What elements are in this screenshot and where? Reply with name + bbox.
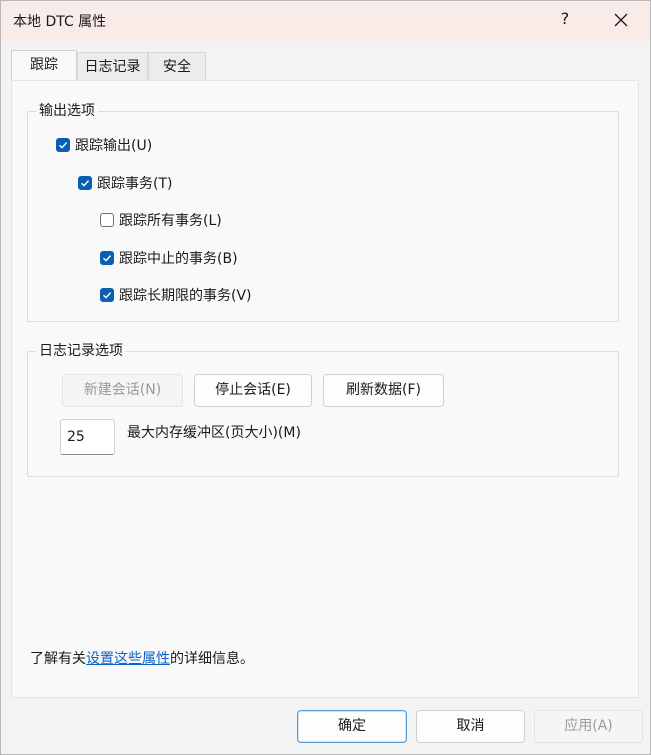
refresh-data-button[interactable]: 刷新数据(F) bbox=[323, 374, 444, 407]
trace-aborted-label: 跟踪中止的事务(B) bbox=[119, 251, 238, 267]
info-prefix: 了解有关 bbox=[30, 651, 86, 667]
trace-output-checkbox[interactable]: 跟踪输出(U) bbox=[56, 135, 152, 155]
trace-all-transactions-checkbox[interactable]: 跟踪所有事务(L) bbox=[100, 210, 222, 230]
apply-button[interactable]: 应用(A) bbox=[534, 710, 643, 743]
checkbox-checked-icon bbox=[78, 176, 92, 190]
tab-strip: 跟踪 日志记录 安全 bbox=[1, 41, 650, 81]
info-suffix: 的详细信息。 bbox=[170, 651, 254, 667]
output-options-legend: 输出选项 bbox=[36, 102, 98, 120]
trace-long-label: 跟踪长期限的事务(V) bbox=[119, 288, 252, 304]
properties-help-link[interactable]: 设置这些属性 bbox=[86, 651, 170, 667]
tab-security[interactable]: 安全 bbox=[148, 52, 206, 80]
tab-panel-trace: 输出选项 跟踪输出(U) 跟踪事务(T) 跟踪所有事务(L) 跟踪中止的事务(B… bbox=[11, 80, 639, 698]
checkbox-unchecked-icon bbox=[100, 213, 114, 227]
help-button[interactable]: ? bbox=[555, 9, 575, 28]
close-icon bbox=[614, 13, 628, 27]
dialog-footer: 确定 取消 应用(A) bbox=[1, 698, 650, 754]
close-button[interactable] bbox=[607, 6, 635, 34]
tab-logging[interactable]: 日志记录 bbox=[77, 52, 148, 80]
trace-aborted-transactions-checkbox[interactable]: 跟踪中止的事务(B) bbox=[100, 248, 238, 268]
trace-long-transactions-checkbox[interactable]: 跟踪长期限的事务(V) bbox=[100, 285, 252, 305]
trace-transactions-label: 跟踪事务(T) bbox=[97, 176, 173, 192]
tab-trace[interactable]: 跟踪 bbox=[11, 50, 77, 81]
info-text: 了解有关设置这些属性的详细信息。 bbox=[30, 648, 254, 668]
window-title: 本地 DTC 属性 bbox=[13, 14, 107, 30]
trace-output-label: 跟踪输出(U) bbox=[75, 138, 153, 154]
buffer-size-label: 最大内存缓冲区(页大小)(M) bbox=[127, 425, 301, 441]
dialog-window: 本地 DTC 属性 ? 跟踪 日志记录 安全 输出选项 跟踪输出(U) 跟踪事务… bbox=[0, 0, 651, 755]
cancel-button[interactable]: 取消 bbox=[416, 710, 525, 743]
checkbox-checked-icon bbox=[100, 251, 114, 265]
trace-transactions-checkbox[interactable]: 跟踪事务(T) bbox=[78, 173, 172, 193]
logging-options-group: 日志记录选项 bbox=[27, 342, 619, 477]
stop-session-button[interactable]: 停止会话(E) bbox=[194, 374, 312, 407]
ok-button[interactable]: 确定 bbox=[297, 710, 407, 743]
logging-options-legend: 日志记录选项 bbox=[36, 342, 126, 360]
buffer-size-input[interactable]: 25 bbox=[60, 419, 115, 455]
output-options-group: 输出选项 跟踪输出(U) 跟踪事务(T) 跟踪所有事务(L) 跟踪中止的事务(B… bbox=[27, 102, 619, 322]
new-session-button[interactable]: 新建会话(N) bbox=[62, 374, 183, 407]
checkbox-checked-icon bbox=[56, 138, 70, 152]
trace-all-label: 跟踪所有事务(L) bbox=[119, 213, 222, 229]
title-bar: 本地 DTC 属性 ? bbox=[1, 1, 650, 41]
checkbox-checked-icon bbox=[100, 288, 114, 302]
